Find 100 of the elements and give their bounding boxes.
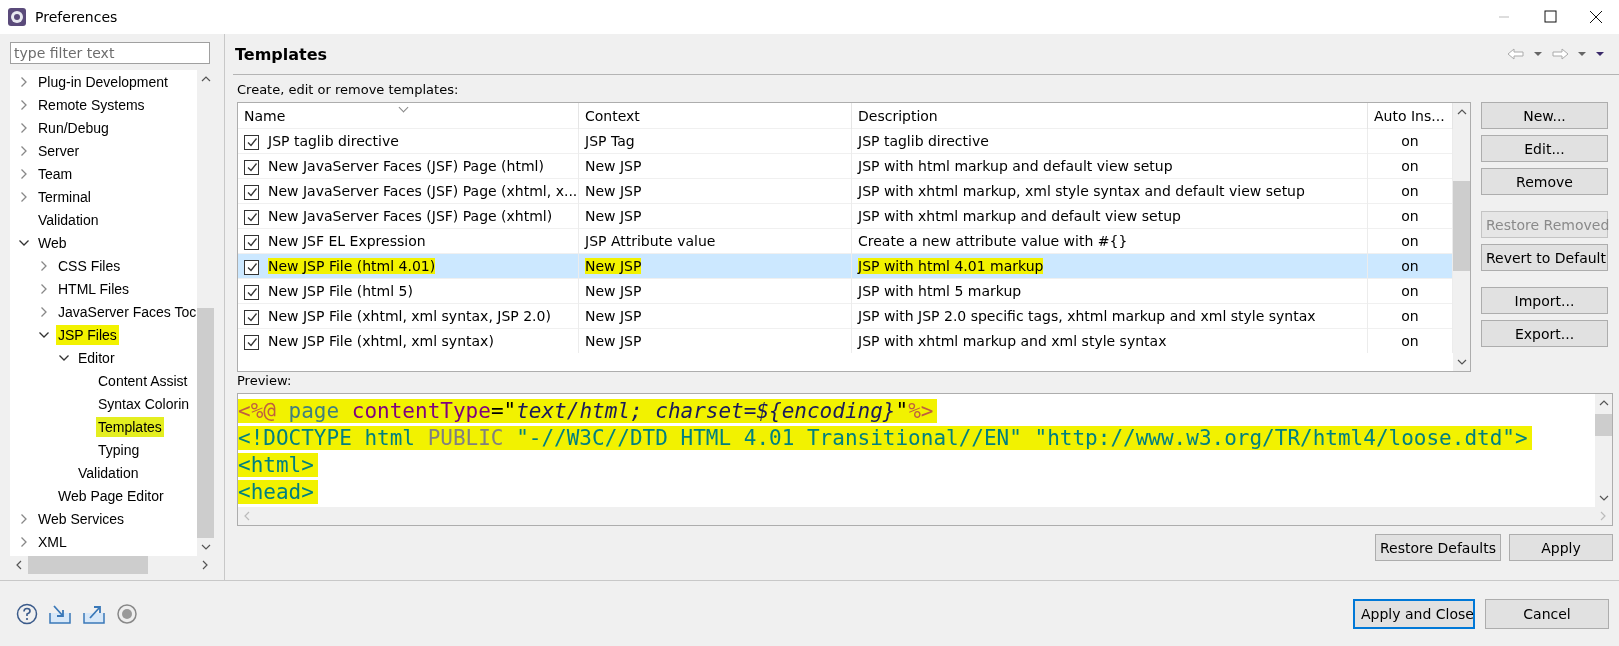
table-cell: New JSF EL Expression [268, 233, 426, 249]
side-button[interactable]: Edit... [1481, 135, 1608, 162]
tree-item[interactable]: Web [36, 232, 69, 253]
checkbox[interactable] [244, 259, 259, 275]
tree-item[interactable]: XML [36, 531, 69, 552]
tree-item[interactable]: CSS Files [56, 255, 123, 276]
app-icon [7, 7, 27, 27]
table-cell: JSP with html 4.01 markup [858, 258, 1044, 274]
tree-item[interactable]: Validation [76, 462, 141, 483]
dropdown-icon[interactable] [1577, 51, 1587, 57]
table-cell: on [1367, 203, 1453, 229]
scroll-thumb[interactable] [197, 308, 214, 538]
table-row[interactable]: New JSP File (xhtml, xml syntax) New JSP JSP with xhtml markup and xml style syntax on [238, 328, 1453, 353]
tree-item[interactable]: Run/Debug [36, 117, 111, 138]
dialog-button[interactable]: Cancel [1485, 598, 1609, 629]
scrollbar[interactable] [1453, 103, 1470, 371]
page-button[interactable]: Apply [1509, 534, 1613, 561]
tree-item[interactable]: Terminal [36, 186, 93, 207]
scroll-down-icon[interactable] [200, 544, 211, 550]
page-title: Templates [234, 44, 328, 64]
side-button[interactable]: Revert to Default [1481, 244, 1608, 271]
page-description: Create, edit or remove templates: [237, 81, 460, 99]
table-cell: on [1367, 253, 1453, 279]
table-cell: on [1367, 178, 1453, 204]
table-row[interactable]: New JavaServer Faces (JSF) Page (xhtml, x... New JSP JSP with xhtml markup, xml style syntax and default view setup on [238, 178, 1453, 204]
column-header[interactable]: Context [578, 103, 852, 129]
side-button[interactable]: Remove [1481, 168, 1608, 195]
scroll-right-icon[interactable] [202, 560, 208, 570]
scroll-up-icon[interactable] [1598, 400, 1609, 406]
table-row[interactable]: New JSP File (html 5) New JSP JSP with html 5 markup on [238, 278, 1453, 304]
table-row[interactable]: New JSP File (html 4.01) New JSP JSP with html 4.01 markup on [238, 253, 1453, 279]
help-icon[interactable] [16, 602, 38, 625]
tree-item[interactable]: Syntax Colorin [96, 393, 192, 414]
table-cell: New JSP [585, 283, 642, 299]
preview-label: Preview: [237, 372, 293, 390]
back-arrow-icon[interactable] [1507, 48, 1525, 60]
tree-item[interactable]: Content Assist [96, 370, 190, 391]
table-row[interactable]: New JavaServer Faces (JSF) Page (xhtml) New JSP JSP with xhtml markup and default view setup on [238, 203, 1453, 229]
tree-item[interactable]: Server [36, 140, 82, 161]
table-cell: JSP taglib directive [858, 133, 989, 149]
tree-item[interactable]: Web Page Editor [56, 485, 166, 506]
tree-item[interactable]: Team [36, 163, 75, 184]
tree-item[interactable]: Templates [96, 416, 164, 437]
scroll-left-icon[interactable] [16, 560, 22, 570]
tree-item[interactable]: Editor [76, 347, 117, 368]
checkbox[interactable] [244, 209, 259, 225]
dropdown-icon[interactable] [1533, 51, 1543, 57]
table-row[interactable]: New JavaServer Faces (JSF) Page (html) New JSP JSP with html markup and default view setup on [238, 153, 1453, 179]
scroll-down-icon[interactable] [1456, 359, 1467, 365]
scroll-up-icon[interactable] [1456, 109, 1467, 115]
tree-item[interactable]: HTML Files [56, 278, 132, 299]
table-cell: New JSP [585, 258, 642, 274]
checkbox[interactable] [244, 334, 259, 350]
table-row[interactable]: JSP taglib directive JSP Tag JSP taglib directive on [238, 128, 1453, 154]
scroll-up-icon[interactable] [200, 76, 211, 82]
table-cell: New JSP [585, 333, 642, 349]
column-header[interactable]: Name [238, 103, 579, 129]
scrollbar[interactable] [1595, 394, 1612, 507]
menu-icon[interactable] [1595, 51, 1605, 57]
table-row[interactable]: New JSP File (xhtml, xml syntax, JSP 2.0) New JSP JSP with JSP 2.0 specific tags, xhtml markup and xml style syntax on [238, 303, 1453, 329]
table-cell: on [1367, 303, 1453, 329]
table-cell: JSP with html markup and default view setup [858, 158, 1173, 174]
scroll-thumb[interactable] [1453, 181, 1470, 271]
side-button[interactable]: Export... [1481, 320, 1608, 347]
table-cell: JSP with html 5 markup [858, 283, 1022, 299]
page-button[interactable]: Restore Defaults [1374, 534, 1501, 561]
side-button[interactable]: Import... [1481, 287, 1608, 314]
table-cell: New JSP [585, 158, 642, 174]
checkbox[interactable] [244, 234, 259, 250]
column-header[interactable]: Description [851, 103, 1368, 129]
table-cell: JSP with JSP 2.0 specific tags, xhtml markup and xml style syntax [858, 308, 1316, 324]
checkbox[interactable] [244, 159, 259, 175]
tree-item[interactable]: JSP Files [56, 324, 119, 345]
table-cell: JSP Tag [585, 133, 635, 149]
tree-item[interactable]: Web Services [36, 508, 127, 529]
tree-item[interactable]: Typing [96, 439, 142, 460]
checkbox[interactable] [244, 134, 259, 150]
checkbox[interactable] [244, 184, 259, 200]
column-header[interactable]: Auto Ins... [1367, 103, 1453, 129]
table-cell: New JavaServer Faces (JSF) Page (xhtml, x... [268, 183, 578, 199]
table-cell: New JSP File (html 5) [268, 283, 413, 299]
table-cell: New JSP File (xhtml, xml syntax) [268, 333, 494, 349]
scroll-thumb[interactable] [28, 556, 148, 574]
checkbox[interactable] [244, 309, 259, 325]
tree-item[interactable]: Validation [36, 209, 101, 230]
tree-item[interactable]: JavaServer Faces Toc [56, 301, 197, 322]
dialog-button[interactable]: Apply and Close [1353, 598, 1475, 629]
tree-item[interactable]: Plug-in Development [36, 71, 170, 92]
table-cell: on [1367, 128, 1453, 154]
scroll-down-icon[interactable] [1598, 495, 1609, 501]
table-cell: Create a new attribute value with #{} [858, 233, 1128, 249]
checkbox[interactable] [244, 284, 259, 300]
tree-item[interactable]: Remote Systems [36, 94, 147, 115]
forward-arrow-icon[interactable] [1551, 48, 1569, 60]
filter-field[interactable]: type filter text [10, 42, 210, 64]
table-cell: JSP with xhtml markup and xml style syntax [858, 333, 1167, 349]
side-button[interactable]: New... [1481, 102, 1608, 129]
scroll-thumb[interactable] [1595, 414, 1612, 436]
record-icon[interactable] [116, 602, 138, 625]
window-title: Preferences [35, 9, 118, 25]
